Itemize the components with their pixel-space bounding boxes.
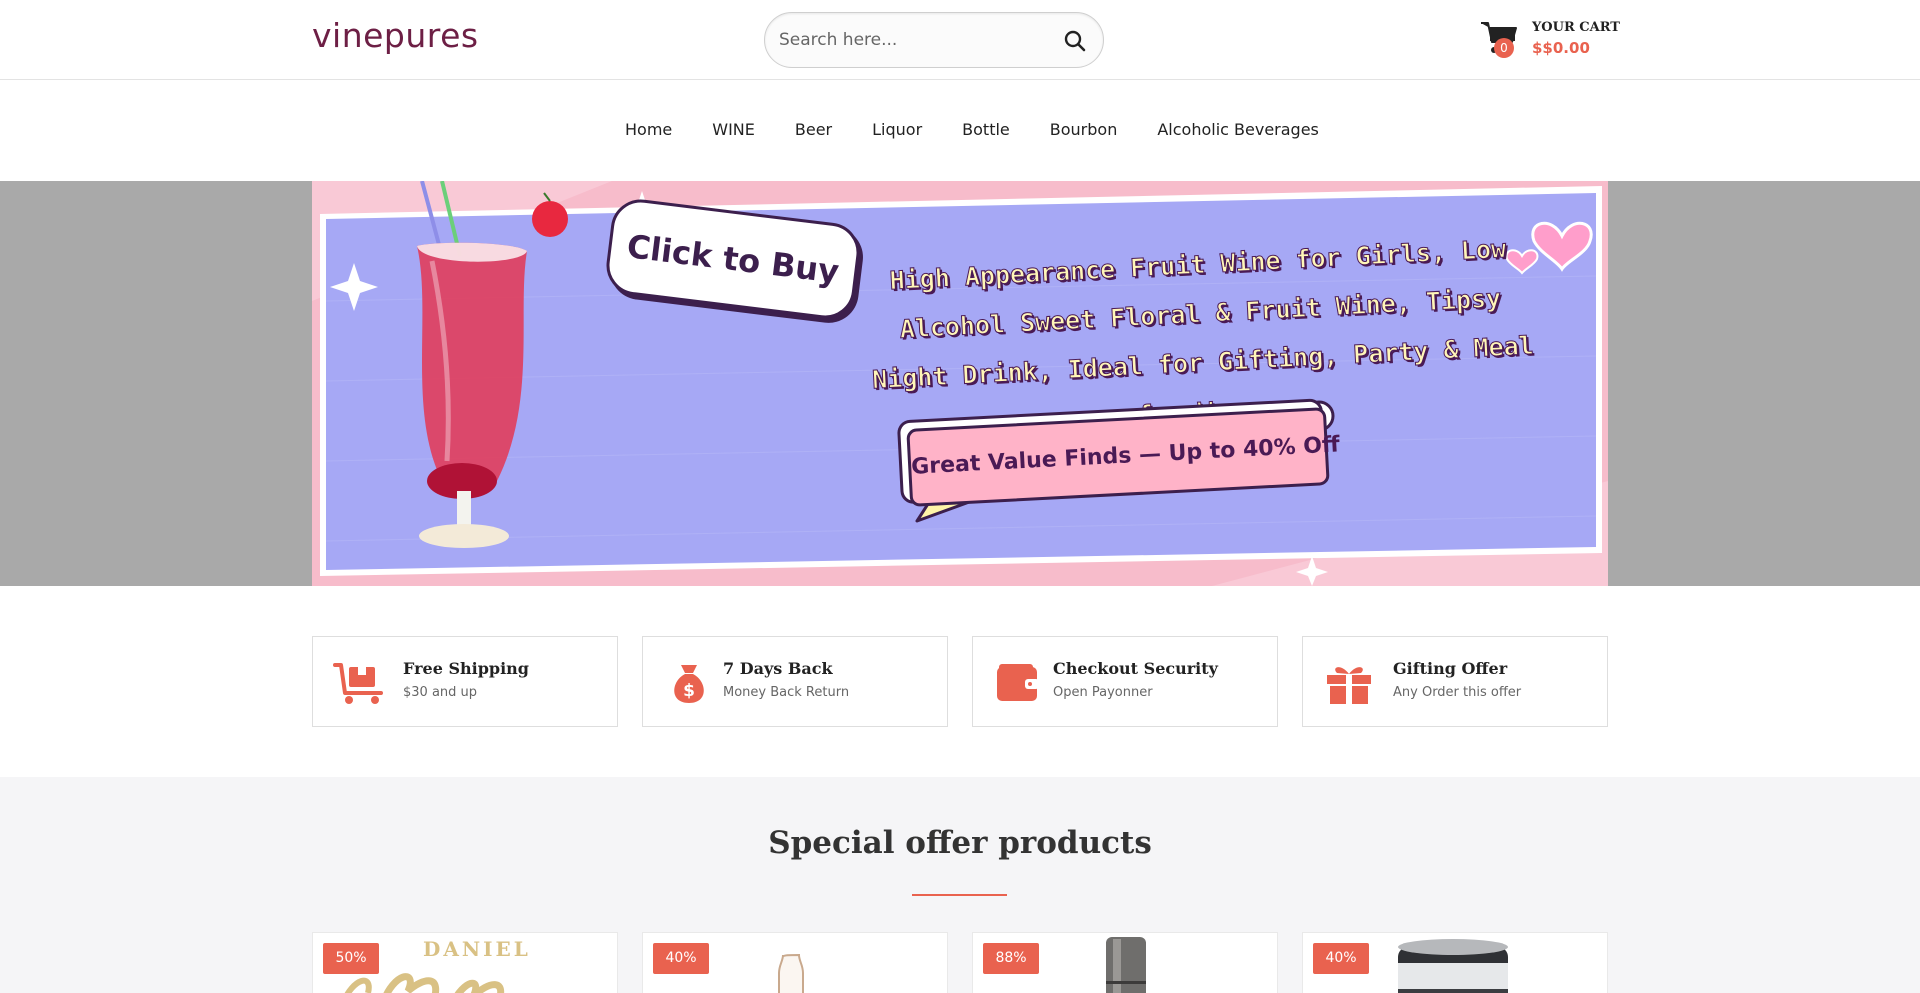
- feature-subtitle: Open Payonner: [1053, 685, 1153, 700]
- nav-item-bottle[interactable]: Bottle: [962, 120, 1010, 139]
- feature-checkout-security: Checkout Security Open Payonner: [972, 636, 1278, 727]
- money-bag-icon: $: [674, 665, 704, 703]
- feature-money-back: $ 7 Days Back Money Back Return: [642, 636, 948, 727]
- main-nav: Home WINE Beer Liquor Bottle Bourbon Alc…: [0, 80, 1920, 181]
- wallet-icon: [997, 664, 1039, 701]
- gift-icon: [1327, 667, 1371, 704]
- search-icon[interactable]: [1063, 29, 1087, 53]
- feature-title: Checkout Security: [1053, 659, 1218, 678]
- product-brand-text: DANIEL: [423, 937, 531, 961]
- nav-item-bourbon[interactable]: Bourbon: [1050, 120, 1118, 139]
- nav-item-alcoholic-beverages[interactable]: Alcoholic Beverages: [1157, 120, 1319, 139]
- search-bar: [764, 12, 1104, 68]
- feature-title: Gifting Offer: [1393, 659, 1508, 678]
- search-input[interactable]: [779, 13, 1049, 67]
- features-strip: Free Shipping $30 and up $ 7 Days Back M…: [312, 636, 1608, 727]
- feature-gifting-offer: Gifting Offer Any Order this offer: [1302, 636, 1608, 727]
- discount-badge: 50%: [323, 943, 379, 974]
- feature-title: 7 Days Back: [723, 659, 833, 678]
- nav-item-liquor[interactable]: Liquor: [872, 120, 922, 139]
- product-card[interactable]: 40%: [1302, 932, 1608, 993]
- discount-badge: 40%: [1313, 943, 1369, 974]
- site-logo[interactable]: vinepures: [312, 16, 479, 55]
- feature-title: Free Shipping: [403, 659, 529, 678]
- product-card[interactable]: 40%: [642, 932, 948, 993]
- feature-subtitle: Money Back Return: [723, 685, 850, 700]
- cart-label: YOUR CART: [1532, 20, 1620, 35]
- nav-item-beer[interactable]: Beer: [795, 120, 832, 139]
- nav-item-home[interactable]: Home: [625, 120, 672, 139]
- product-card[interactable]: 88%: [972, 932, 1278, 993]
- special-offers-section: Special offer products DANIEL 50% 40% 88…: [0, 777, 1920, 993]
- feature-subtitle: $30 and up: [403, 685, 478, 700]
- cart-box-icon: [333, 663, 383, 704]
- discount-badge: 88%: [983, 943, 1039, 974]
- nav-item-wine[interactable]: WINE: [712, 120, 755, 139]
- section-title-underline: [912, 894, 1007, 896]
- feature-subtitle: Any Order this offer: [1393, 685, 1522, 700]
- cart-count-badge: 0: [1494, 38, 1514, 58]
- product-card[interactable]: DANIEL 50%: [312, 932, 618, 993]
- site-header: vinepures 0 YOUR CART $$0.00: [0, 0, 1920, 80]
- cart-widget[interactable]: 0 YOUR CART $$0.00: [1480, 18, 1620, 62]
- section-title: Special offer products: [768, 825, 1152, 861]
- feature-free-shipping: Free Shipping $30 and up: [312, 636, 618, 727]
- svg-text:$: $: [683, 681, 695, 701]
- promo-banner[interactable]: Click to Buy High Appearance Fruit Wine …: [312, 181, 1608, 586]
- cart-total: $$0.00: [1532, 39, 1590, 57]
- discount-badge: 40%: [653, 943, 709, 974]
